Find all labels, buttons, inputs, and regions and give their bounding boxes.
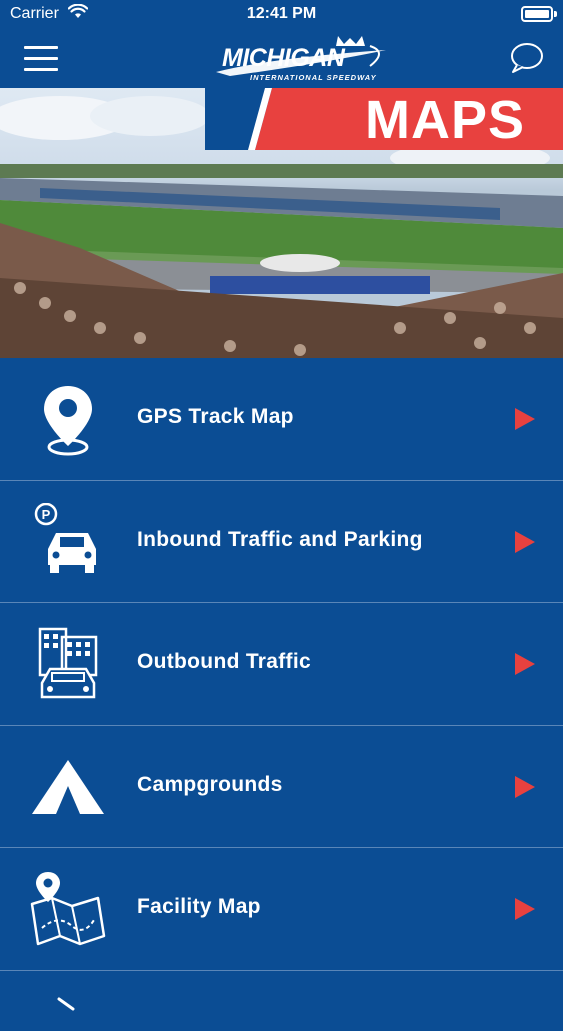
chevron-right-icon: [515, 653, 535, 675]
logo-subtitle: INTERNATIONAL SPEEDWAY: [250, 73, 377, 82]
chevron-right-icon: [515, 775, 535, 798]
chevron-right-icon: [515, 408, 535, 430]
chevron-right-icon: [515, 898, 535, 920]
hamburger-line: [24, 57, 58, 60]
chat-button[interactable]: [509, 41, 545, 75]
nav-bar: MICHIGAN INTERNATIONAL SPEEDWAY: [0, 30, 563, 88]
menu-item-label: Outbound Traffic: [137, 650, 311, 673]
car-city-icon: [38, 627, 98, 699]
battery-tip: [554, 11, 557, 17]
folded-map-icon: [30, 872, 106, 946]
svg-text:P: P: [42, 507, 51, 522]
menu-item-facility-map[interactable]: Facility Map: [0, 848, 563, 971]
hamburger-menu-button[interactable]: [24, 44, 64, 74]
menu-item-gps-track-map[interactable]: GPS Track Map: [0, 358, 563, 481]
michigan-speedway-logo: MICHIGAN INTERNATIONAL SPEEDWAY: [210, 32, 390, 86]
chevron-right-icon: [515, 530, 535, 553]
car-parking-icon: P: [34, 502, 96, 573]
menu-item-label: Facility Map: [137, 895, 261, 918]
maps-banner-title: MAPS: [364, 90, 525, 150]
menu-item-label: Inbound Traffic and Parking: [137, 527, 423, 551]
menu-item-outbound-traffic[interactable]: Outbound Traffic: [0, 603, 563, 726]
clock: 12:41 PM: [246, 5, 317, 22]
chat-bubble-icon: [511, 43, 543, 73]
battery-icon: [521, 6, 553, 22]
menu-item-partial[interactable]: [0, 970, 563, 1031]
location-pin-icon: [44, 386, 92, 456]
status-bar: Carrier 12:41 PM: [0, 0, 563, 30]
tent-icon: [32, 759, 104, 814]
hero-image: MAPS: [0, 88, 563, 358]
hamburger-line: [24, 68, 58, 71]
menu-item-label: Campgrounds: [137, 772, 283, 796]
menu-item-inbound-traffic[interactable]: P Inbound Traffic and Parking: [0, 480, 563, 603]
logo-wordmark: MICHIGAN: [222, 44, 345, 72]
menu-item-campgrounds[interactable]: Campgrounds: [0, 725, 563, 848]
partial-icon: [57, 997, 75, 1010]
hamburger-icon: [24, 46, 58, 49]
maps-menu-list: GPS Track Map P Inbound Traffic and Park…: [0, 358, 563, 1031]
menu-item-label: GPS Track Map: [137, 405, 294, 428]
